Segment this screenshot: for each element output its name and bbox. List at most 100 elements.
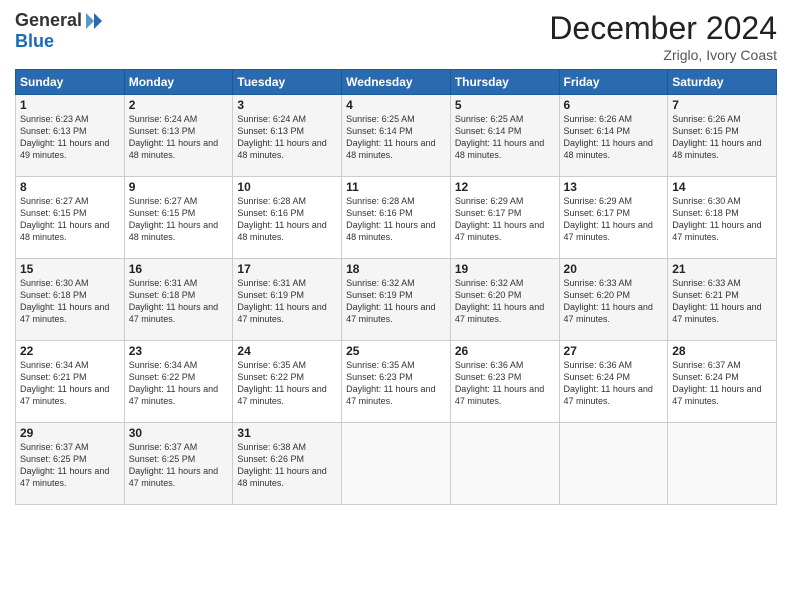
day-info: Sunrise: 6:34 AM Sunset: 6:21 PM Dayligh… [20,359,120,408]
table-row: 12 Sunrise: 6:29 AM Sunset: 6:17 PM Dayl… [450,177,559,259]
calendar-week-row: 8 Sunrise: 6:27 AM Sunset: 6:15 PM Dayli… [16,177,777,259]
table-row: 7 Sunrise: 6:26 AM Sunset: 6:15 PM Dayli… [668,95,777,177]
table-row: 27 Sunrise: 6:36 AM Sunset: 6:24 PM Dayl… [559,341,668,423]
calendar-table: Sunday Monday Tuesday Wednesday Thursday… [15,69,777,505]
day-info: Sunrise: 6:25 AM Sunset: 6:14 PM Dayligh… [455,113,555,162]
table-row: 10 Sunrise: 6:28 AM Sunset: 6:16 PM Dayl… [233,177,342,259]
day-info: Sunrise: 6:23 AM Sunset: 6:13 PM Dayligh… [20,113,120,162]
table-row: 23 Sunrise: 6:34 AM Sunset: 6:22 PM Dayl… [124,341,233,423]
table-row [450,423,559,505]
day-info: Sunrise: 6:29 AM Sunset: 6:17 PM Dayligh… [564,195,664,244]
day-number: 18 [346,262,446,276]
table-row: 3 Sunrise: 6:24 AM Sunset: 6:13 PM Dayli… [233,95,342,177]
table-row: 16 Sunrise: 6:31 AM Sunset: 6:18 PM Dayl… [124,259,233,341]
day-number: 17 [237,262,337,276]
table-row: 13 Sunrise: 6:29 AM Sunset: 6:17 PM Dayl… [559,177,668,259]
calendar-header: Sunday Monday Tuesday Wednesday Thursday… [16,70,777,95]
table-row: 8 Sunrise: 6:27 AM Sunset: 6:15 PM Dayli… [16,177,125,259]
table-row: 9 Sunrise: 6:27 AM Sunset: 6:15 PM Dayli… [124,177,233,259]
table-row [559,423,668,505]
day-info: Sunrise: 6:24 AM Sunset: 6:13 PM Dayligh… [237,113,337,162]
day-number: 27 [564,344,664,358]
day-info: Sunrise: 6:31 AM Sunset: 6:18 PM Dayligh… [129,277,229,326]
day-info: Sunrise: 6:33 AM Sunset: 6:20 PM Dayligh… [564,277,664,326]
day-info: Sunrise: 6:28 AM Sunset: 6:16 PM Dayligh… [346,195,446,244]
col-wednesday: Wednesday [342,70,451,95]
logo-icon [84,11,104,31]
day-info: Sunrise: 6:32 AM Sunset: 6:19 PM Dayligh… [346,277,446,326]
day-number: 6 [564,98,664,112]
day-info: Sunrise: 6:30 AM Sunset: 6:18 PM Dayligh… [20,277,120,326]
table-row [668,423,777,505]
day-info: Sunrise: 6:35 AM Sunset: 6:23 PM Dayligh… [346,359,446,408]
day-info: Sunrise: 6:27 AM Sunset: 6:15 PM Dayligh… [20,195,120,244]
day-number: 26 [455,344,555,358]
day-number: 3 [237,98,337,112]
day-info: Sunrise: 6:35 AM Sunset: 6:22 PM Dayligh… [237,359,337,408]
day-number: 21 [672,262,772,276]
table-row: 11 Sunrise: 6:28 AM Sunset: 6:16 PM Dayl… [342,177,451,259]
day-info: Sunrise: 6:36 AM Sunset: 6:23 PM Dayligh… [455,359,555,408]
table-row: 18 Sunrise: 6:32 AM Sunset: 6:19 PM Dayl… [342,259,451,341]
day-info: Sunrise: 6:37 AM Sunset: 6:24 PM Dayligh… [672,359,772,408]
day-number: 10 [237,180,337,194]
table-row: 30 Sunrise: 6:37 AM Sunset: 6:25 PM Dayl… [124,423,233,505]
day-number: 28 [672,344,772,358]
day-info: Sunrise: 6:37 AM Sunset: 6:25 PM Dayligh… [20,441,120,490]
day-number: 12 [455,180,555,194]
col-friday: Friday [559,70,668,95]
calendar-week-row: 15 Sunrise: 6:30 AM Sunset: 6:18 PM Dayl… [16,259,777,341]
day-number: 2 [129,98,229,112]
col-thursday: Thursday [450,70,559,95]
calendar-week-row: 22 Sunrise: 6:34 AM Sunset: 6:21 PM Dayl… [16,341,777,423]
day-info: Sunrise: 6:38 AM Sunset: 6:26 PM Dayligh… [237,441,337,490]
calendar-body: 1 Sunrise: 6:23 AM Sunset: 6:13 PM Dayli… [16,95,777,505]
day-number: 4 [346,98,446,112]
logo: General Blue [15,10,104,52]
day-info: Sunrise: 6:26 AM Sunset: 6:15 PM Dayligh… [672,113,772,162]
table-row: 19 Sunrise: 6:32 AM Sunset: 6:20 PM Dayl… [450,259,559,341]
day-info: Sunrise: 6:30 AM Sunset: 6:18 PM Dayligh… [672,195,772,244]
day-number: 25 [346,344,446,358]
day-number: 14 [672,180,772,194]
day-number: 22 [20,344,120,358]
day-info: Sunrise: 6:31 AM Sunset: 6:19 PM Dayligh… [237,277,337,326]
day-number: 7 [672,98,772,112]
day-info: Sunrise: 6:32 AM Sunset: 6:20 PM Dayligh… [455,277,555,326]
logo-blue-text: Blue [15,31,54,52]
table-row: 22 Sunrise: 6:34 AM Sunset: 6:21 PM Dayl… [16,341,125,423]
day-number: 8 [20,180,120,194]
day-number: 11 [346,180,446,194]
day-info: Sunrise: 6:37 AM Sunset: 6:25 PM Dayligh… [129,441,229,490]
day-number: 15 [20,262,120,276]
table-row: 26 Sunrise: 6:36 AM Sunset: 6:23 PM Dayl… [450,341,559,423]
day-info: Sunrise: 6:29 AM Sunset: 6:17 PM Dayligh… [455,195,555,244]
calendar-container: General Blue December 2024 Zriglo, Ivory… [0,0,792,612]
col-tuesday: Tuesday [233,70,342,95]
day-info: Sunrise: 6:25 AM Sunset: 6:14 PM Dayligh… [346,113,446,162]
calendar-week-row: 29 Sunrise: 6:37 AM Sunset: 6:25 PM Dayl… [16,423,777,505]
day-number: 30 [129,426,229,440]
month-title: December 2024 [549,10,777,47]
day-info: Sunrise: 6:26 AM Sunset: 6:14 PM Dayligh… [564,113,664,162]
table-row: 20 Sunrise: 6:33 AM Sunset: 6:20 PM Dayl… [559,259,668,341]
day-info: Sunrise: 6:34 AM Sunset: 6:22 PM Dayligh… [129,359,229,408]
day-number: 5 [455,98,555,112]
calendar-week-row: 1 Sunrise: 6:23 AM Sunset: 6:13 PM Dayli… [16,95,777,177]
table-row: 2 Sunrise: 6:24 AM Sunset: 6:13 PM Dayli… [124,95,233,177]
table-row: 4 Sunrise: 6:25 AM Sunset: 6:14 PM Dayli… [342,95,451,177]
day-number: 23 [129,344,229,358]
table-row: 31 Sunrise: 6:38 AM Sunset: 6:26 PM Dayl… [233,423,342,505]
table-row: 28 Sunrise: 6:37 AM Sunset: 6:24 PM Dayl… [668,341,777,423]
day-info: Sunrise: 6:28 AM Sunset: 6:16 PM Dayligh… [237,195,337,244]
day-info: Sunrise: 6:24 AM Sunset: 6:13 PM Dayligh… [129,113,229,162]
table-row: 21 Sunrise: 6:33 AM Sunset: 6:21 PM Dayl… [668,259,777,341]
day-header-row: Sunday Monday Tuesday Wednesday Thursday… [16,70,777,95]
table-row: 25 Sunrise: 6:35 AM Sunset: 6:23 PM Dayl… [342,341,451,423]
day-number: 20 [564,262,664,276]
table-row: 5 Sunrise: 6:25 AM Sunset: 6:14 PM Dayli… [450,95,559,177]
header: General Blue December 2024 Zriglo, Ivory… [15,10,777,63]
table-row: 15 Sunrise: 6:30 AM Sunset: 6:18 PM Dayl… [16,259,125,341]
table-row: 24 Sunrise: 6:35 AM Sunset: 6:22 PM Dayl… [233,341,342,423]
table-row [342,423,451,505]
